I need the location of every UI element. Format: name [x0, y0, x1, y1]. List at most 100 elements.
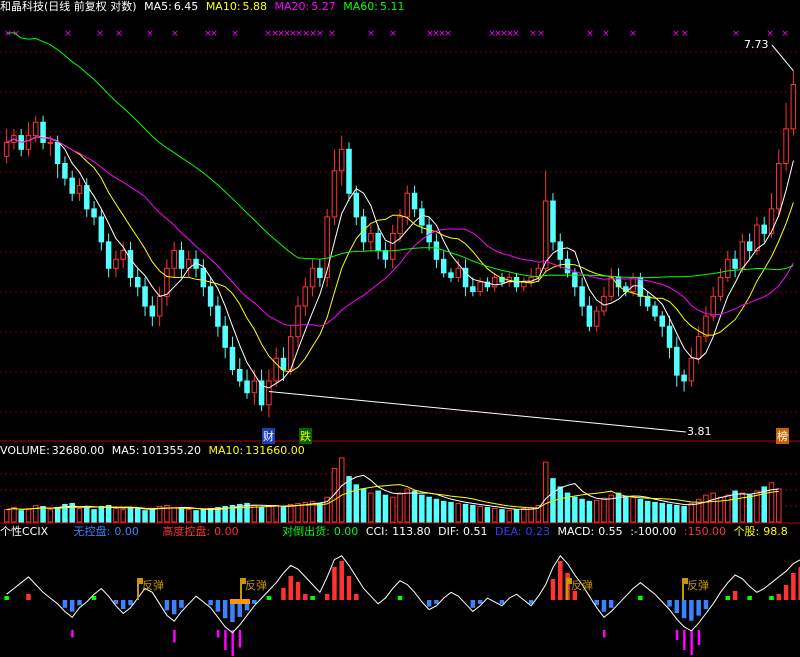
candle-body: [768, 208, 775, 234]
volume-bar: [506, 510, 513, 523]
candle-body: [448, 272, 454, 278]
volume-bar: [659, 502, 665, 523]
ma5-value: 6.45: [173, 0, 199, 13]
candle-body: [470, 286, 476, 293]
volume-bar: [601, 497, 607, 523]
sell-signal-marker: ×: [781, 29, 789, 39]
volume-bar: [666, 503, 673, 523]
tag-cai[interactable]: 财: [262, 428, 275, 444]
candle-body: [579, 286, 585, 307]
ma5-label: MA5:: [144, 0, 172, 13]
neutral-bar: [638, 596, 643, 600]
bull-bar: [339, 561, 344, 600]
volume-bar: [251, 504, 258, 523]
candle-body: [280, 357, 287, 370]
bear-bar: [215, 600, 221, 612]
candle-body: [586, 305, 593, 327]
sell-signal-marker: ×: [512, 29, 520, 39]
candle-body: [790, 83, 797, 130]
bottom-signal-bar: [224, 630, 227, 650]
sell-signal-marker: ×: [672, 29, 680, 39]
candle-body: [368, 232, 374, 243]
candle-body: [33, 121, 39, 137]
neutral-bar: [769, 596, 774, 600]
candle-body: [135, 276, 141, 288]
volume-label: VOLUME:: [0, 444, 50, 457]
bottom-signal-bar: [602, 630, 606, 638]
stock-title: 和晶科技(日线 前复权 对数): [0, 0, 137, 13]
bear-bar: [128, 600, 133, 606]
neutral-bar: [4, 596, 9, 600]
candle-body: [47, 141, 54, 144]
sell-signal-marker: ×: [4, 29, 12, 39]
bear-bar: [171, 600, 177, 615]
candle-body: [84, 185, 90, 210]
volume-bar: [25, 508, 32, 523]
bull-bar: [332, 567, 337, 600]
vol-ma5-value: 101355.20: [141, 444, 202, 457]
candle-body: [127, 250, 134, 278]
volume-bar: [178, 508, 185, 523]
neutral-bar: [747, 596, 752, 600]
tag-die[interactable]: 跌: [299, 428, 312, 444]
candle-body: [761, 224, 767, 234]
neutral-bar: [725, 596, 731, 600]
rebound-label-4: 反弹: [687, 579, 709, 592]
candle-body: [703, 315, 709, 338]
low-price-label: 3.81: [687, 425, 712, 438]
candle-body: [222, 325, 228, 348]
sell-signal-marker: ×: [231, 29, 239, 39]
bull-bar: [303, 594, 308, 600]
level-neg100: :-100.00: [630, 525, 677, 538]
volume-bar: [411, 490, 418, 523]
volume-bar: [455, 502, 462, 523]
candle-body: [229, 346, 236, 370]
candle-body: [783, 128, 789, 165]
candle-body: [266, 380, 272, 406]
volume-bar: [200, 509, 207, 523]
volume-bar: [623, 495, 629, 523]
dea-value: 0.23: [525, 525, 551, 538]
vol-ma5-label: MA5:: [111, 444, 140, 457]
candle-body: [382, 250, 389, 260]
candle-body: [244, 380, 250, 394]
volume-value: 32680.00: [51, 444, 105, 457]
candle-body: [91, 208, 97, 218]
candle-body: [120, 250, 126, 260]
volume-bar: [725, 494, 731, 523]
tag-bang[interactable]: 榜: [776, 428, 789, 444]
volume-bar: [513, 509, 520, 523]
volume-bar: [389, 496, 396, 523]
sell-signal-marker: ×: [316, 29, 324, 39]
bear-bar: [179, 600, 184, 608]
sell-signal-marker: ×: [146, 29, 154, 39]
candle-body: [142, 286, 148, 307]
ma20-label: MA20:: [274, 0, 310, 13]
volume-bar: [681, 506, 687, 523]
rebound-label-2: 反弹: [245, 579, 267, 592]
rebound-label-1: 反弹: [142, 579, 164, 592]
sell-signal-marker: ×: [629, 29, 637, 39]
bull-bar: [550, 579, 556, 600]
volume-bar: [644, 500, 651, 523]
candle-body: [521, 281, 527, 288]
candle-body: [207, 286, 214, 307]
sell-signal-marker: ×: [444, 29, 452, 39]
candle-body: [681, 374, 687, 382]
volume-bar: [207, 508, 214, 523]
volume-bar: [11, 507, 17, 523]
vol-ma10-value: 131660.00: [245, 444, 305, 457]
candle-body: [411, 192, 418, 210]
sell-signal-marker: ×: [328, 29, 336, 39]
volume-bar: [768, 482, 775, 523]
volume-bar: [491, 508, 498, 523]
volume-bar: [287, 503, 294, 523]
candle-body: [739, 241, 746, 269]
volume-bar: [127, 507, 134, 523]
bottom-signal-bar: [675, 630, 679, 640]
bear-bar: [696, 600, 701, 616]
bull-bar: [783, 585, 789, 600]
candle-body: [317, 267, 323, 278]
level-pos150: :150.00: [683, 525, 727, 538]
volume-bar: [295, 502, 301, 523]
